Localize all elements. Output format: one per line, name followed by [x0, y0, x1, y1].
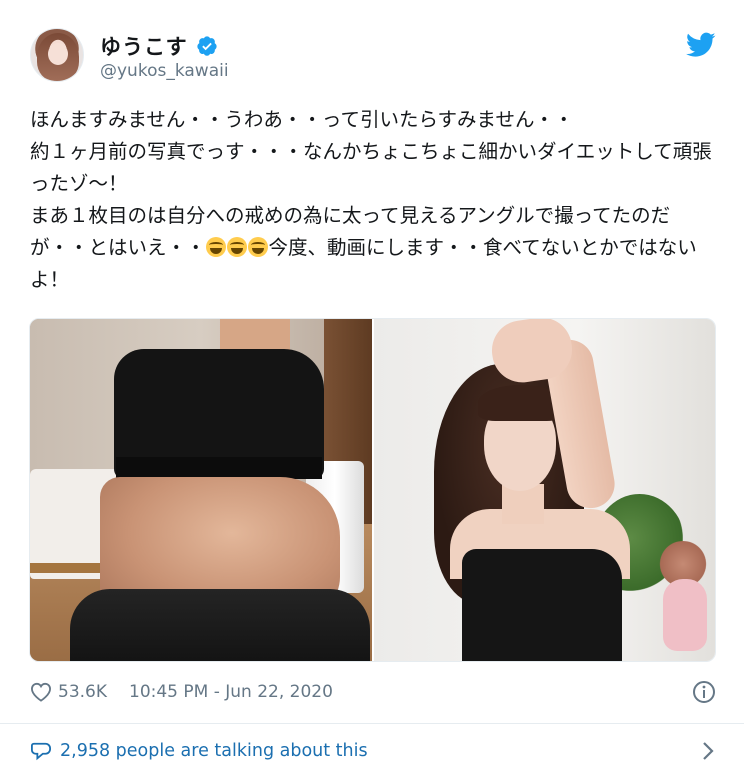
tweet-text: ほんますみません・・うわあ・・って引いたらすみません・・ 約１ヶ月前の写真でっす…	[30, 104, 720, 296]
photo-1-bra-band	[116, 457, 322, 479]
divider	[0, 723, 744, 724]
photo-1[interactable]	[30, 319, 372, 661]
timestamp[interactable]: 10:45 PM - Jun 22, 2020	[129, 682, 333, 702]
photo-2-vase	[663, 579, 707, 651]
speech-bubble-icon	[31, 742, 51, 761]
tweet-media	[29, 318, 716, 662]
avatar[interactable]	[30, 28, 84, 82]
user-handle[interactable]: @yukos_kawaii	[100, 61, 229, 81]
verified-badge-icon	[196, 36, 217, 56]
avatar-face	[48, 43, 68, 65]
tears-of-joy-emoji-icon	[226, 237, 247, 257]
photo-2-tank-top	[461, 549, 622, 661]
chevron-right-icon	[703, 742, 714, 760]
conversation-link[interactable]: 2,958 people are talking about this	[30, 736, 720, 766]
like-count[interactable]: 53.6K	[58, 682, 107, 702]
conversation-label: 2,958 people are talking about this	[60, 741, 368, 761]
twitter-bird-icon[interactable]	[686, 32, 716, 58]
heart-icon[interactable]	[30, 682, 52, 702]
photo-2[interactable]	[373, 319, 715, 661]
tears-of-joy-emoji-icon	[205, 237, 226, 257]
display-name[interactable]: ゆうこす	[100, 31, 188, 61]
tweet-meta: 53.6K 10:45 PM - Jun 22, 2020	[30, 678, 720, 706]
tears-of-joy-emoji-icon	[247, 237, 268, 257]
tweet-card: ゆうこす @yukos_kawaii ほんますみません・・うわあ・・って引いたら…	[0, 0, 744, 777]
tweet-header: ゆうこす @yukos_kawaii	[30, 28, 720, 84]
name-row: ゆうこす	[100, 31, 218, 61]
photo-1-shorts	[70, 589, 370, 661]
info-icon[interactable]	[692, 680, 716, 704]
